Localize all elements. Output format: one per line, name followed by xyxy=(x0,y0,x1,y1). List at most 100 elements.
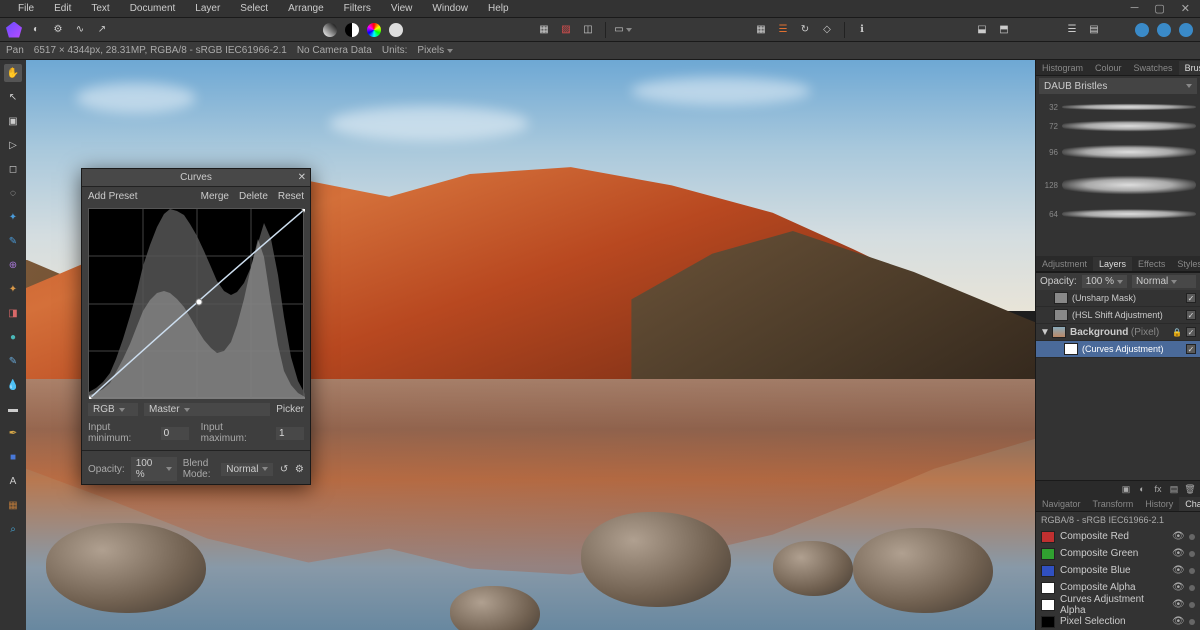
delete-button[interactable]: Delete xyxy=(239,191,268,202)
input-min-field[interactable] xyxy=(161,427,189,440)
assistant-icon[interactable]: ℹ xyxy=(854,22,870,38)
view-mode1-icon[interactable]: ☰ xyxy=(1064,22,1080,38)
pan-tool-icon[interactable]: ✋ xyxy=(4,64,22,82)
canvas[interactable]: ✕ Curves ✕ Add Preset xyxy=(26,60,1035,630)
menu-arrange[interactable]: Arrange xyxy=(278,0,334,17)
eraser-tool-icon[interactable]: ◨ xyxy=(4,304,22,322)
shape-tool-icon[interactable]: ■ xyxy=(4,448,22,466)
order-front-icon[interactable]: ⬒ xyxy=(996,22,1012,38)
picker-button[interactable]: Picker xyxy=(276,404,304,415)
curves-close-icon[interactable]: ✕ xyxy=(298,172,306,183)
eye-icon[interactable]: 👁 xyxy=(1172,531,1184,542)
eye-icon[interactable]: 👁 xyxy=(1172,565,1184,576)
order-back-icon[interactable]: ⬓ xyxy=(974,22,990,38)
curves-plot[interactable] xyxy=(88,208,304,398)
swatch-none-icon[interactable] xyxy=(388,22,404,38)
marquee-tool-icon[interactable]: ◻ xyxy=(4,160,22,178)
expand-icon[interactable]: ▼ xyxy=(1040,327,1048,338)
menu-file[interactable]: File xyxy=(8,0,44,17)
menu-window[interactable]: Window xyxy=(422,0,478,17)
layer-row[interactable]: (Curves Adjustment) xyxy=(1036,341,1200,358)
swatch-fg-icon[interactable] xyxy=(322,22,338,38)
visibility-checkbox[interactable] xyxy=(1186,293,1196,303)
tab-swatches[interactable]: Swatches xyxy=(1128,61,1179,75)
menu-layer[interactable]: Layer xyxy=(185,0,230,17)
menu-view[interactable]: View xyxy=(381,0,423,17)
tab-colour[interactable]: Colour xyxy=(1089,61,1128,75)
mesh-tool-icon[interactable]: ▦ xyxy=(4,496,22,514)
selection-mode-icon[interactable]: ▦ xyxy=(536,22,552,38)
crop-layer-icon[interactable]: ▤ xyxy=(1168,483,1180,495)
opacity-dropdown[interactable]: 100 % xyxy=(131,457,177,481)
menu-help[interactable]: Help xyxy=(478,0,519,17)
gear-icon[interactable]: ⚙ xyxy=(295,461,304,477)
menu-edit[interactable]: Edit xyxy=(44,0,81,17)
close-icon[interactable]: ✕ xyxy=(1177,2,1194,15)
menu-filters[interactable]: Filters xyxy=(334,0,381,17)
pen-tool-icon[interactable]: ✒ xyxy=(4,424,22,442)
channel-dropdown[interactable]: RGB xyxy=(88,403,138,416)
add-preset-button[interactable]: Add Preset xyxy=(88,191,137,202)
menu-document[interactable]: Document xyxy=(120,0,186,17)
quick-mask-icon[interactable]: ▨ xyxy=(558,22,574,38)
master-dropdown[interactable]: Master xyxy=(144,403,270,416)
persona-develop-icon[interactable]: ∿ xyxy=(72,22,88,38)
channel-row[interactable]: Composite Green👁 xyxy=(1036,545,1200,562)
tab-navigator[interactable]: Navigator xyxy=(1036,497,1087,511)
reset-button[interactable]: Reset xyxy=(278,191,304,202)
tab-transform[interactable]: Transform xyxy=(1087,497,1140,511)
align-icon[interactable]: ☰ xyxy=(775,22,791,38)
tab-adjustment[interactable]: Adjustment xyxy=(1036,257,1093,271)
brush-category-dropdown[interactable]: DAUB Bristles xyxy=(1039,78,1197,94)
menu-text[interactable]: Text xyxy=(81,0,119,17)
lasso-tool-icon[interactable]: ◌ xyxy=(4,184,22,202)
stamp-tool-icon[interactable]: ⊕ xyxy=(4,256,22,274)
brush-list[interactable]: 32 72 96 128 64 xyxy=(1036,96,1200,256)
eye-icon[interactable]: 👁 xyxy=(1172,548,1184,559)
fx-icon[interactable]: fx xyxy=(1152,483,1164,495)
layer-row[interactable]: ▼ Background (Pixel) 🔒 xyxy=(1036,324,1200,341)
mask-icon[interactable]: ▣ xyxy=(1120,483,1132,495)
persona-photo-icon[interactable]: ◐ xyxy=(28,22,44,38)
persona-export-icon[interactable]: ↗ xyxy=(94,22,110,38)
maximize-icon[interactable]: ▢ xyxy=(1150,2,1168,15)
brush-item[interactable]: 72 xyxy=(1040,116,1196,136)
refine-icon[interactable]: ◫ xyxy=(580,22,596,38)
brush-tool-icon[interactable]: ✎ xyxy=(4,232,22,250)
heal-tool-icon[interactable]: ✦ xyxy=(4,280,22,298)
menu-select[interactable]: Select xyxy=(230,0,278,17)
tab-layers[interactable]: Layers xyxy=(1093,257,1132,271)
brush-item[interactable]: 64 xyxy=(1040,205,1196,223)
visibility-checkbox[interactable] xyxy=(1186,344,1196,354)
contrast-icon[interactable] xyxy=(344,22,360,38)
dodge-tool-icon[interactable]: ● xyxy=(4,328,22,346)
arrange-icon[interactable]: ↻ xyxy=(797,22,813,38)
blur-tool-icon[interactable]: 💧 xyxy=(4,376,22,394)
tab-histogram[interactable]: Histogram xyxy=(1036,61,1089,75)
node-tool-icon[interactable]: ▷ xyxy=(4,136,22,154)
channel-row[interactable]: Pixel Selection👁 xyxy=(1036,613,1200,630)
adjustment-icon[interactable]: ◐ xyxy=(1136,483,1148,495)
cloud-account-icon[interactable] xyxy=(1178,22,1194,38)
gradient-tool-icon[interactable]: ▬ xyxy=(4,400,22,418)
tab-channels[interactable]: Channels xyxy=(1179,497,1200,511)
cloud-doc-icon[interactable] xyxy=(1134,22,1150,38)
grid-icon[interactable]: ▦ xyxy=(753,22,769,38)
zoom-tool-icon[interactable]: ⌕ xyxy=(4,520,22,538)
colour-wheel-icon[interactable] xyxy=(366,22,382,38)
eye-icon[interactable]: 👁 xyxy=(1172,616,1184,627)
channel-row[interactable]: Composite Blue👁 xyxy=(1036,562,1200,579)
layer-blend-dropdown[interactable]: Normal xyxy=(1132,275,1196,288)
curves-dialog[interactable]: Curves ✕ Add Preset Merge Delete Reset xyxy=(81,168,311,485)
units-dropdown[interactable]: Pixels xyxy=(417,45,453,56)
visibility-checkbox[interactable] xyxy=(1186,310,1196,320)
snap-dropdown-icon[interactable]: ▭ xyxy=(615,22,631,38)
blend-dropdown[interactable]: Normal xyxy=(221,463,273,476)
eye-icon[interactable]: 👁 xyxy=(1172,599,1184,610)
view-mode2-icon[interactable]: ▤ xyxy=(1086,22,1102,38)
cloud-sync-icon[interactable] xyxy=(1156,22,1172,38)
move-tool-icon[interactable]: ↖ xyxy=(4,88,22,106)
flood-select-icon[interactable]: ✦ xyxy=(4,208,22,226)
merge-button[interactable]: Merge xyxy=(201,191,229,202)
tab-effects[interactable]: Effects xyxy=(1132,257,1171,271)
